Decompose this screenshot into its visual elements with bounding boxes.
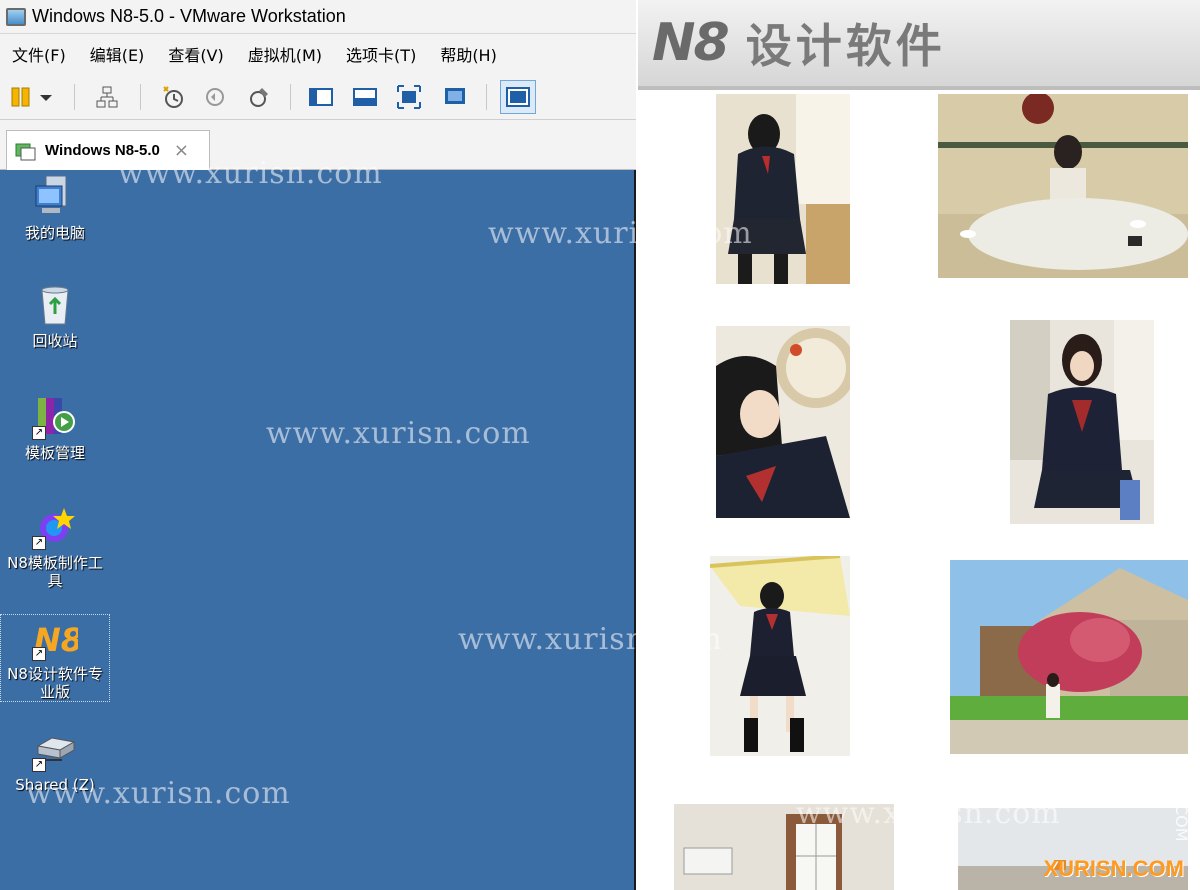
desktop-icon-recycle-bin[interactable]: 回收站 — [0, 282, 110, 350]
toolbar-separator — [140, 84, 141, 110]
desktop-icon-label: 回收站 — [32, 332, 78, 350]
tab-strip: Windows N8-5.0 × — [0, 120, 636, 170]
console-view-icon[interactable] — [350, 82, 380, 112]
desktop-icon-shared-drive[interactable]: ↗ Shared (Z) — [0, 726, 110, 794]
toolbar-separator — [74, 84, 75, 110]
pause-icon[interactable] — [6, 82, 36, 112]
desktop-icon-template-maker[interactable]: ↗ N8模板制作工具 — [0, 504, 110, 590]
dropdown-icon[interactable] — [36, 82, 56, 112]
unity-icon[interactable] — [440, 82, 470, 112]
shortcut-arrow-icon: ↗ — [32, 647, 46, 661]
n8-site-panel: N8 设计软件 — [638, 0, 1200, 890]
shortcut-arrow-icon: ↗ — [32, 536, 46, 550]
close-icon[interactable]: × — [174, 140, 189, 161]
site-title: 设计软件 — [745, 19, 946, 73]
snapshot-revert-icon[interactable] — [200, 82, 230, 112]
photo-thumbnail[interactable] — [674, 804, 894, 890]
vmware-window: Windows N8-5.0 - VMware Workstation 文件(F… — [0, 0, 636, 890]
desktop-icon-n8-design[interactable]: N8 ↗ N8设计软件专业版 — [0, 614, 110, 702]
menu-vm[interactable]: 虚拟机(M) — [248, 42, 322, 66]
vmware-app-icon — [6, 7, 26, 26]
my-computer-icon — [32, 174, 78, 220]
vm-tab-icon — [15, 143, 36, 160]
window-title: Windows N8-5.0 - VMware Workstation — [32, 6, 346, 26]
guest-desktop[interactable]: 我的电脑 回收站 ↗ 模板管理 ↗ N8模板制作工具 N ↗ N8设计软件专业版… — [0, 170, 634, 890]
toolbar-separator — [290, 84, 291, 110]
snapshot-manager-icon[interactable] — [244, 82, 274, 112]
recycle-bin-icon — [32, 282, 78, 328]
photo-thumbnail[interactable] — [950, 560, 1188, 754]
desktop-icon-label: N8设计软件专业版 — [7, 665, 103, 701]
desktop-icon-label: 我的电脑 — [24, 224, 85, 242]
desktop-icon-my-computer[interactable]: 我的电脑 — [0, 174, 110, 242]
desktop-icon-template-manager[interactable]: ↗ 模板管理 — [0, 394, 110, 462]
sidebar-view-icon[interactable] — [306, 82, 336, 112]
photo-thumbnail[interactable] — [1010, 320, 1154, 524]
n8-design-icon: N8 ↗ — [32, 615, 83, 661]
screen: Windows N8-5.0 - VMware Workstation 文件(F… — [0, 0, 1200, 890]
menu-file[interactable]: 文件(F) — [12, 42, 66, 66]
title-bar[interactable]: Windows N8-5.0 - VMware Workstation — [0, 0, 636, 34]
watermark-corner: XURISN.COM — [1043, 856, 1184, 881]
photo-thumbnail[interactable] — [716, 326, 850, 518]
shared-drive-icon: ↗ — [32, 726, 78, 772]
site-header: N8 设计软件 — [638, 0, 1200, 90]
photo-thumbnail[interactable] — [710, 556, 850, 756]
shortcut-arrow-icon: ↗ — [32, 426, 46, 440]
menu-help[interactable]: 帮助(H) — [440, 42, 497, 66]
vm-tab-title: Windows N8-5.0 — [45, 142, 160, 159]
network-icon[interactable] — [92, 82, 122, 112]
shortcut-arrow-icon: ↗ — [32, 758, 46, 772]
fullscreen-icon[interactable] — [394, 82, 424, 112]
menu-view[interactable]: 查看(V) — [168, 42, 223, 66]
vm-tab[interactable]: Windows N8-5.0 × — [6, 130, 210, 170]
thumbnail-view-icon[interactable] — [500, 80, 536, 114]
template-manager-icon: ↗ — [32, 394, 78, 440]
menu-tabs[interactable]: 选项卡(T) — [346, 42, 416, 66]
watermark-vertical: COM — [1172, 804, 1191, 842]
template-maker-icon: ↗ — [32, 504, 78, 550]
desktop-icon-label: 模板管理 — [24, 444, 85, 462]
toolbar — [0, 74, 636, 120]
photo-thumbnail[interactable] — [938, 94, 1188, 278]
desktop-icon-label: N8模板制作工具 — [7, 554, 103, 590]
photo-thumbnail[interactable] — [716, 94, 850, 284]
toolbar-separator — [486, 84, 487, 110]
desktop-icon-label: Shared (Z) — [15, 776, 95, 794]
n8-logo: N8 — [652, 13, 730, 73]
menu-edit[interactable]: 编辑(E) — [90, 42, 145, 66]
snapshot-take-icon[interactable] — [158, 82, 188, 112]
menu-bar: 文件(F) 编辑(E) 查看(V) 虚拟机(M) 选项卡(T) 帮助(H) — [0, 34, 636, 74]
